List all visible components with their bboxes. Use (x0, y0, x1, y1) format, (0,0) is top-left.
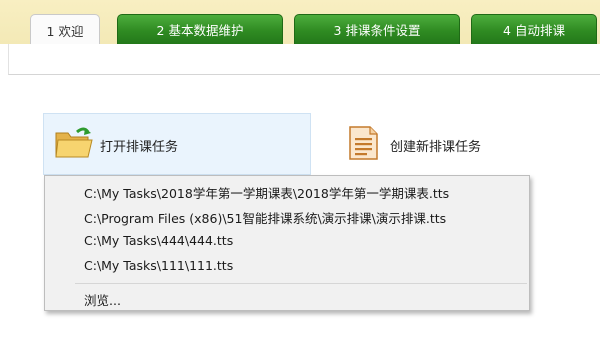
tab-auto-schedule[interactable]: 4 自动排课 (471, 14, 597, 44)
tab-bar: 1 欢迎 2 基本数据维护 3 排课条件设置 4 自动排课 (0, 0, 600, 45)
tab-scheduling-conditions[interactable]: 3 排课条件设置 (294, 14, 460, 44)
recent-file-item[interactable]: C:\My Tasks\444\444.tts (84, 233, 233, 248)
recent-file-item[interactable]: C:\My Tasks\111\111.tts (84, 258, 233, 273)
new-task-label: 创建新排课任务 (390, 140, 482, 155)
content-header-band (8, 44, 600, 75)
browse-menu-item[interactable]: 浏览... (84, 290, 121, 309)
open-task-button[interactable]: 打开排课任务 (43, 113, 311, 175)
folder-open-icon (54, 124, 94, 160)
new-document-icon (346, 124, 380, 162)
recent-file-item[interactable]: C:\My Tasks\2018学年第一学期课表\2018学年第一学期课表.tt… (84, 183, 449, 202)
tab-welcome[interactable]: 1 欢迎 (30, 14, 100, 45)
tab-basic-data[interactable]: 2 基本数据维护 (117, 14, 283, 44)
recent-file-item[interactable]: C:\Program Files (x86)\51智能排课系统\演示排课\演示排… (84, 208, 446, 227)
recent-files-menu: C:\My Tasks\2018学年第一学期课表\2018学年第一学期课表.tt… (44, 175, 530, 311)
open-task-label: 打开排课任务 (100, 140, 179, 155)
menu-separator (75, 283, 527, 284)
new-task-button[interactable]: 创建新排课任务 (346, 124, 506, 164)
